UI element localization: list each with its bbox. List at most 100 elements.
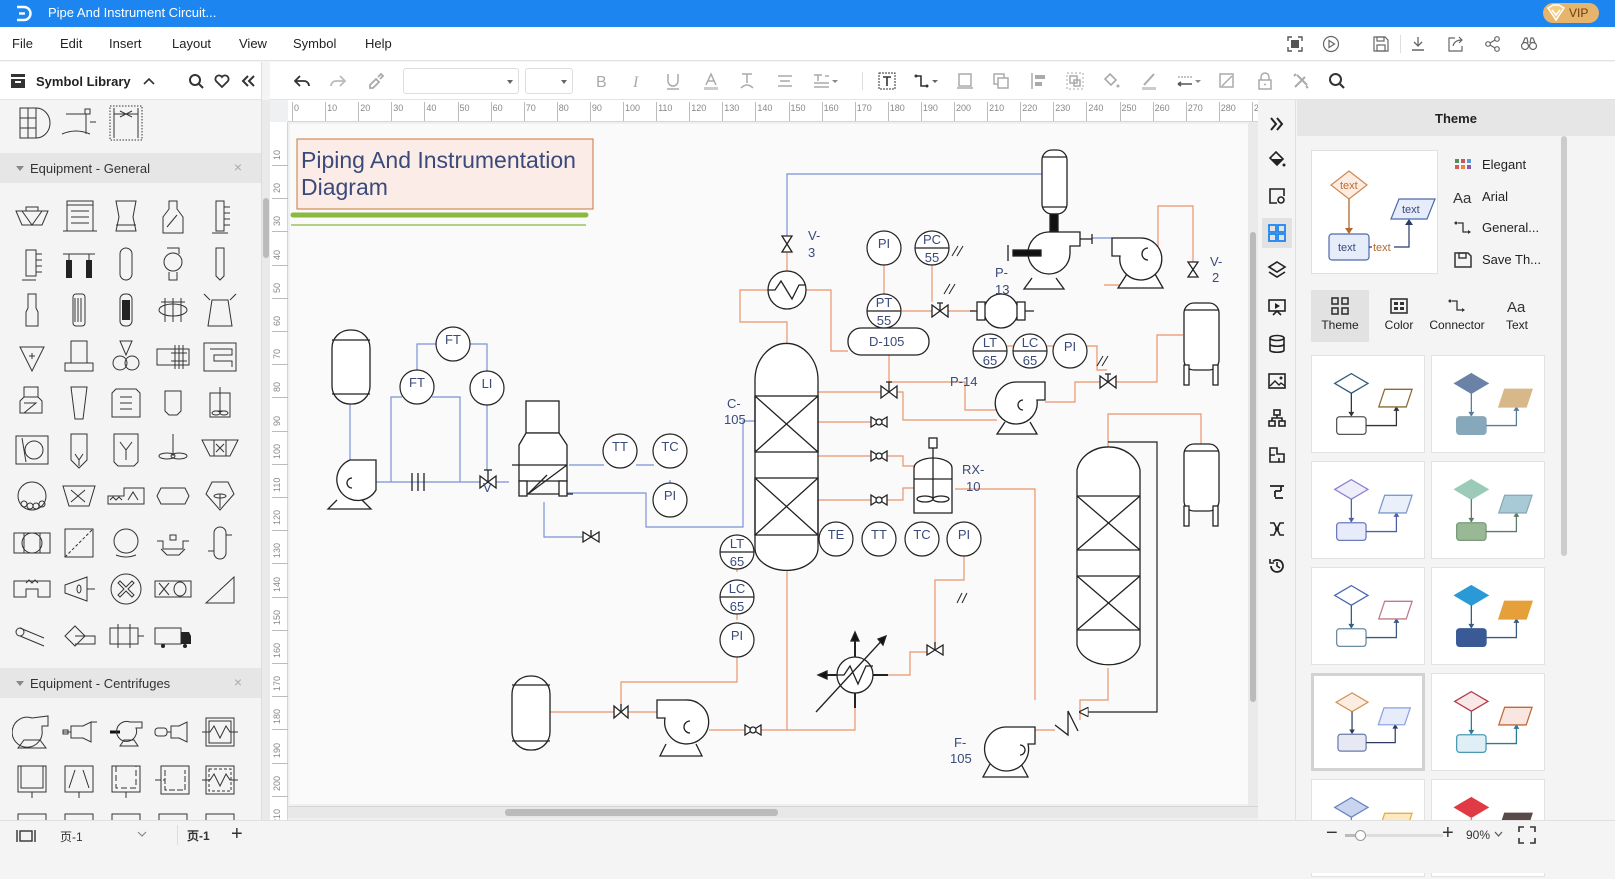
symbol-item[interactable]: [200, 290, 240, 330]
valve-column-top[interactable]: [880, 381, 898, 400]
text-box-icon[interactable]: [877, 71, 897, 91]
pump-p14[interactable]: [994, 381, 1046, 435]
symbol-item[interactable]: [59, 337, 99, 377]
zoom-in-button[interactable]: +: [1442, 822, 1454, 845]
symbol-item[interactable]: [200, 244, 240, 284]
symbol-item[interactable]: [59, 244, 99, 284]
symbol-item[interactable]: [153, 523, 193, 563]
pump-left[interactable]: [326, 459, 377, 510]
instrument-lc2[interactable]: LC 65: [719, 579, 755, 615]
underline-icon[interactable]: [663, 71, 683, 91]
menu-view[interactable]: View: [239, 36, 267, 51]
shadow-icon[interactable]: [1217, 71, 1237, 91]
category-equipment-general[interactable]: Equipment - General ×: [0, 153, 261, 183]
symbol-item[interactable]: [106, 337, 146, 377]
symbol-item[interactable]: [106, 430, 146, 470]
symbol-item[interactable]: [106, 712, 146, 752]
menu-layout[interactable]: Layout: [172, 36, 211, 51]
instrument-pi4[interactable]: PI: [719, 622, 755, 658]
tab-text[interactable]: Aa Text: [1488, 290, 1546, 342]
instrument-pi3[interactable]: PI: [1052, 333, 1088, 369]
symbol-item[interactable]: [200, 476, 240, 516]
symbol-item[interactable]: [153, 476, 193, 516]
symbol-item[interactable]: [59, 569, 99, 609]
symbol-item[interactable]: [12, 104, 52, 144]
floorplan-icon[interactable]: [1267, 445, 1287, 465]
tab-connector[interactable]: Connector: [1429, 290, 1485, 342]
menu-file[interactable]: File: [12, 36, 33, 51]
valve-exchanger[interactable]: [926, 642, 944, 657]
send-back-icon[interactable]: [991, 71, 1011, 91]
bring-front-icon[interactable]: [955, 71, 975, 91]
heat-exchanger[interactable]: [815, 630, 888, 713]
symbol-item[interactable]: [200, 808, 240, 820]
instrument-li[interactable]: LI: [469, 370, 505, 406]
tank-right-lower[interactable]: [1183, 443, 1220, 527]
collapse-chevron-icon[interactable]: [140, 72, 158, 90]
valve-v2[interactable]: [1186, 261, 1200, 278]
symbol-item[interactable]: [12, 383, 52, 423]
symbol-item[interactable]: [106, 290, 146, 330]
menu-help[interactable]: Help: [365, 36, 392, 51]
symbol-item[interactable]: [12, 569, 52, 609]
symbol-item[interactable]: [153, 197, 193, 237]
symbol-item[interactable]: [106, 808, 146, 820]
redo-icon[interactable]: [328, 71, 348, 91]
instrument-lt2[interactable]: LT 65: [719, 534, 755, 570]
symbol-item[interactable]: [12, 476, 52, 516]
symbol-item[interactable]: [106, 104, 146, 144]
search-icon[interactable]: [1327, 71, 1347, 91]
download-icon[interactable]: [1409, 35, 1427, 53]
symbol-item[interactable]: [106, 197, 146, 237]
fill-bucket-icon[interactable]: [1101, 71, 1121, 91]
group-icon[interactable]: [1065, 71, 1085, 91]
symbol-item[interactable]: [106, 569, 146, 609]
symbol-item[interactable]: [59, 430, 99, 470]
zoom-level[interactable]: 90%: [1466, 828, 1490, 842]
instrument-pt[interactable]: PT 55: [866, 293, 902, 329]
vessel-v1[interactable]: [331, 329, 371, 405]
symbol-item[interactable]: [106, 760, 146, 800]
fullscreen-icon[interactable]: [1518, 826, 1536, 844]
canvas-area[interactable]: 0 10 20 30 40 50 60 70 80 90 100 110 120 130 140 150 160…: [270, 100, 1264, 830]
italic-icon[interactable]: I: [627, 71, 647, 91]
instrument-lc1[interactable]: LC 65: [1012, 333, 1048, 369]
symbol-item[interactable]: [153, 808, 193, 820]
line-style-icon[interactable]: [1175, 71, 1203, 91]
vertical-scroll-thumb[interactable]: [1250, 232, 1256, 702]
undo-icon[interactable]: [292, 71, 312, 91]
symbol-item[interactable]: [200, 523, 240, 563]
tools-icon[interactable]: [1291, 71, 1311, 91]
symbol-item[interactable]: [200, 197, 240, 237]
vip-badge[interactable]: VIP: [1543, 3, 1599, 23]
pump-p11[interactable]: [656, 699, 710, 757]
symbol-item[interactable]: [153, 616, 193, 656]
symbol-item[interactable]: [59, 616, 99, 656]
column-c105[interactable]: [754, 342, 819, 572]
library-scrollbar[interactable]: [262, 100, 270, 820]
instrument-pi1[interactable]: PI: [652, 482, 688, 518]
instrument-tt1[interactable]: TT: [602, 433, 638, 469]
font-color-icon[interactable]: [701, 71, 721, 91]
page-view-icon[interactable]: [16, 829, 36, 843]
valve-v7[interactable]: [744, 723, 762, 737]
valve-pt[interactable]: [931, 302, 949, 319]
fit-screen-icon[interactable]: [1286, 35, 1304, 53]
theme-card[interactable]: [1311, 673, 1425, 771]
close-category-icon[interactable]: ×: [234, 159, 242, 175]
symbol-item[interactable]: [12, 523, 52, 563]
theme-icon[interactable]: [1262, 218, 1292, 248]
symbol-item[interactable]: [59, 712, 99, 752]
instrument-pi2[interactable]: PI: [866, 230, 902, 266]
image-icon[interactable]: [1267, 371, 1287, 391]
mind-map-icon[interactable]: [1267, 519, 1287, 539]
symbol-item[interactable]: [59, 523, 99, 563]
zoom-slider-knob[interactable]: [1354, 830, 1366, 841]
symbol-item[interactable]: [59, 197, 99, 237]
symbol-item[interactable]: [153, 383, 193, 423]
tab-color[interactable]: Color: [1370, 290, 1428, 342]
symbol-item[interactable]: [106, 616, 146, 656]
share-icon[interactable]: [1484, 35, 1502, 53]
menu-symbol[interactable]: Symbol: [293, 36, 336, 51]
instrument-lt1[interactable]: LT 65: [972, 333, 1008, 369]
